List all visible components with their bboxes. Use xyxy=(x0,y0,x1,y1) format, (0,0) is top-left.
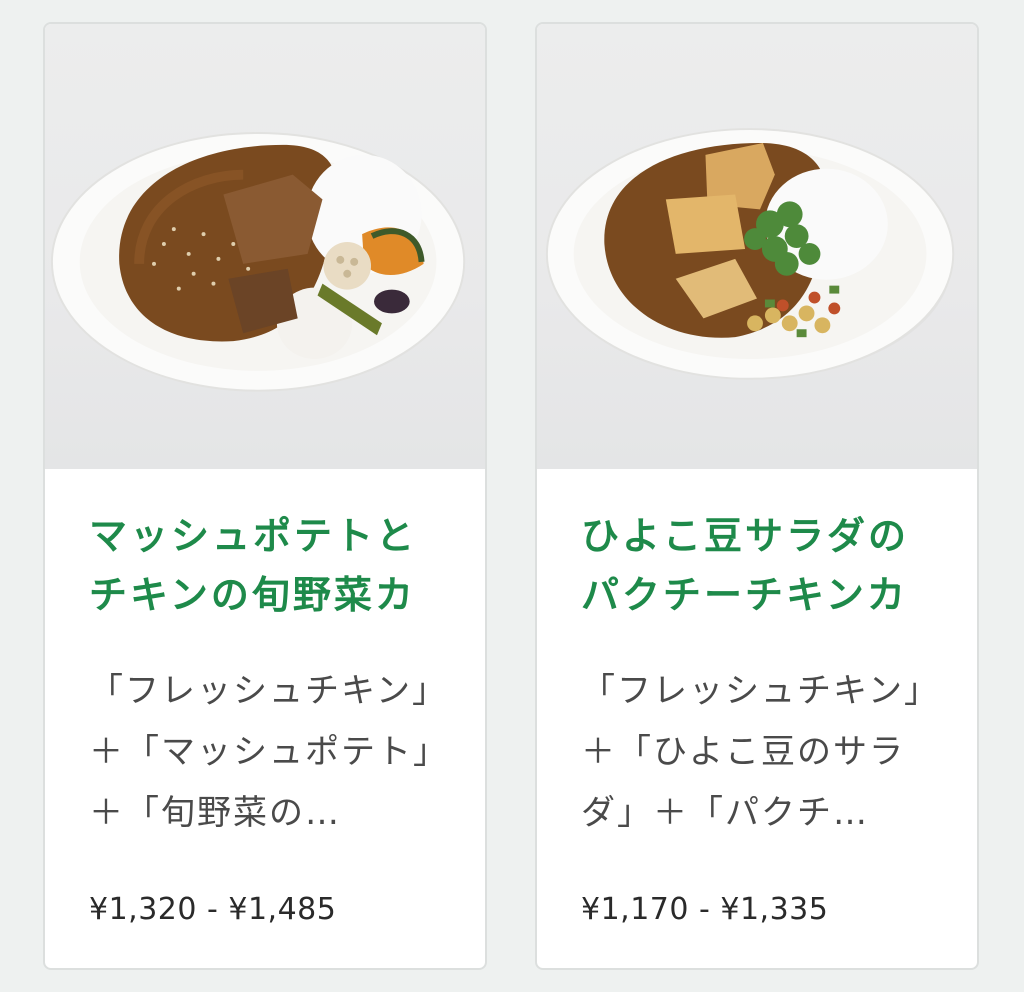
curry-photo xyxy=(45,24,485,469)
item-description: 「フレッシュチキン」＋「ひよこ豆のサラダ」＋「パクチ… xyxy=(581,671,923,833)
item-title: マッシュポテトとチキンの旬野菜カレー xyxy=(89,514,418,617)
item-price: ¥1,170 - ¥1,335 xyxy=(581,892,829,927)
item-title: ひよこ豆サラダのパクチーチキンカレー xyxy=(581,514,910,617)
menu-card[interactable]: ひよこ豆サラダのパクチーチキンカレー 「フレッシュチキン」＋「ひよこ豆のサラダ」… xyxy=(535,22,979,970)
menu-card[interactable]: マッシュポテトとチキンの旬野菜カレー 「フレッシュチキン」＋「マッシュポテト」＋… xyxy=(43,22,487,970)
curry-photo xyxy=(537,24,977,469)
menu-grid: マッシュポテトとチキンの旬野菜カレー 「フレッシュチキン」＋「マッシュポテト」＋… xyxy=(0,0,1024,992)
item-description: 「フレッシュチキン」＋「マッシュポテト」＋「旬野菜の… xyxy=(89,671,432,833)
item-price: ¥1,320 - ¥1,485 xyxy=(89,892,337,927)
